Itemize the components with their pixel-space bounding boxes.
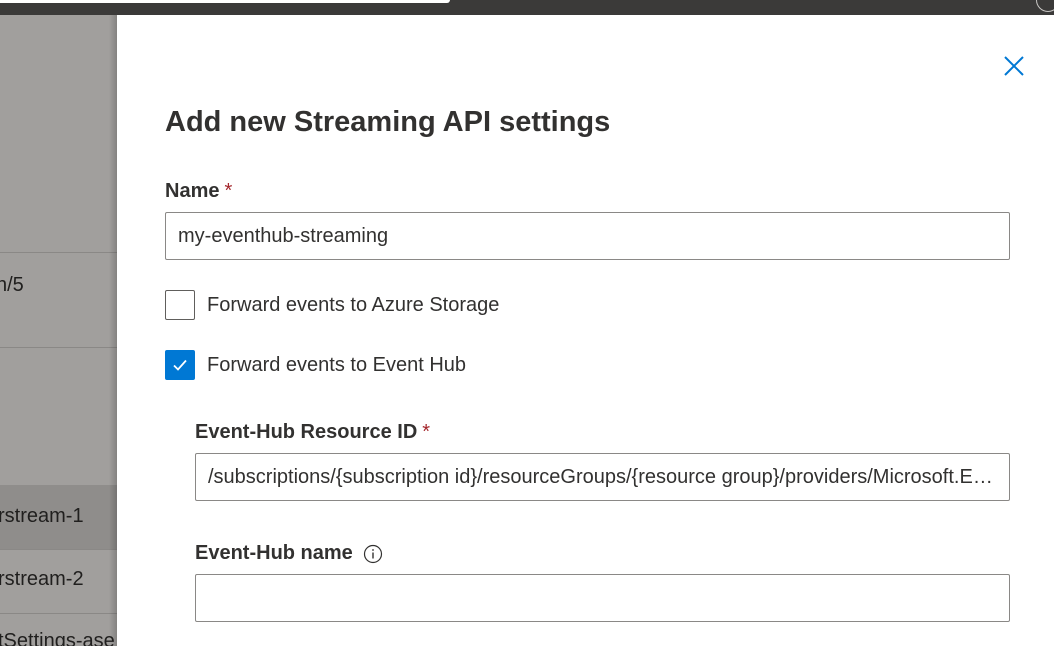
required-indicator: *: [422, 421, 431, 443]
name-label: Name *: [165, 180, 232, 203]
forward-to-storage-checkbox-row[interactable]: Forward events to Azure Storage: [165, 290, 499, 320]
required-indicator: *: [224, 180, 233, 202]
panel-shadow: [109, 15, 117, 646]
forward-to-storage-label: Forward events to Azure Storage: [207, 293, 500, 316]
forward-to-eventhub-label: Forward events to Event Hub: [207, 353, 467, 376]
close-button[interactable]: [1001, 53, 1027, 79]
info-icon[interactable]: [363, 544, 383, 564]
forward-to-eventhub-checkbox[interactable]: [165, 350, 195, 380]
background-divider: [0, 347, 117, 348]
background-row-text: rstream-2: [0, 568, 84, 590]
eventhub-name-label: Event-Hub name: [195, 542, 383, 565]
eventhub-resource-id-label-text: Event-Hub Resource ID: [195, 421, 418, 443]
portal-header: [0, 0, 1054, 15]
background-row-text: rstream-1: [0, 505, 84, 527]
name-input[interactable]: my-eventhub-streaming: [165, 212, 1010, 260]
eventhub-resource-id-label: Event-Hub Resource ID *: [195, 421, 430, 444]
global-search-box[interactable]: [0, 0, 450, 3]
name-label-text: Name: [165, 180, 220, 202]
background-row-text: tSettings-ase: [0, 630, 115, 646]
background-divider: [0, 252, 117, 253]
background-cell-text: n/5: [0, 274, 24, 296]
checkmark-icon: [173, 359, 187, 371]
background-divider: [0, 613, 117, 614]
streaming-settings-panel: Add new Streaming API settings Name * my-…: [117, 15, 1054, 646]
eventhub-name-label-text: Event-Hub name: [195, 542, 353, 564]
forward-to-eventhub-checkbox-row[interactable]: Forward events to Event Hub: [165, 350, 466, 380]
panel-title: Add new Streaming API settings: [165, 106, 611, 138]
background-page-overlay: n/5 rstream-1 rstream-2 tSettings-ase: [0, 15, 117, 646]
background-divider: [0, 549, 117, 550]
forward-to-storage-checkbox[interactable]: [165, 290, 195, 320]
eventhub-resource-id-input[interactable]: /subscriptions/{subscription id}/resourc…: [195, 453, 1010, 501]
account-avatar[interactable]: [1036, 0, 1054, 12]
close-icon: [1004, 56, 1024, 76]
eventhub-name-input[interactable]: [195, 574, 1010, 622]
info-icon-glyph: [363, 544, 382, 563]
